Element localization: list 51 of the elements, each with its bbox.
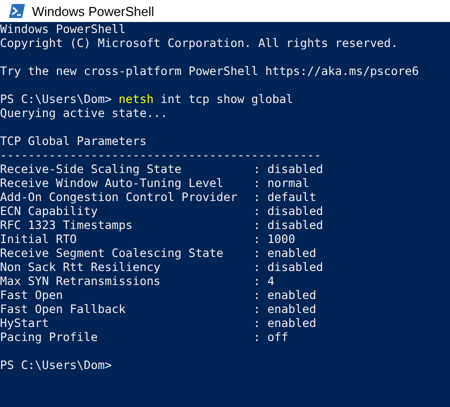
parameter-name: Fast Open: [0, 288, 64, 302]
console-line: ----------------------------------------------: [0, 148, 322, 162]
parameter-name: Non Sack Rtt Resiliency: [0, 260, 162, 274]
parameter-name: Receive Segment Coalescing State: [0, 246, 224, 260]
parameter-separator: :: [253, 274, 260, 288]
parameter-value: enabled: [267, 246, 316, 260]
parameter-name: Fast Open Fallback: [0, 302, 127, 316]
powershell-icon: [9, 4, 25, 18]
parameter-separator: :: [253, 190, 260, 204]
parameter-value: enabled: [267, 316, 316, 330]
parameter-value: 1000: [267, 232, 296, 246]
parameter-separator: :: [253, 218, 260, 232]
console-line: TCP Global Parameters: [0, 134, 147, 148]
parameter-separator: :: [253, 232, 260, 246]
parameter-name: HyStart: [0, 316, 50, 330]
parameter-value: enabled: [267, 288, 316, 302]
parameter-separator: :: [253, 176, 260, 190]
parameter-value: normal: [267, 176, 310, 190]
parameter-separator: :: [253, 162, 260, 176]
parameter-name: Initial RTO: [0, 232, 78, 246]
parameter-value: disabled: [267, 204, 324, 218]
parameter-separator: :: [253, 316, 260, 330]
parameter-value: disabled: [267, 162, 324, 176]
parameter-separator: :: [253, 260, 260, 274]
parameter-value: enabled: [267, 302, 316, 316]
parameter-name: Add-On Congestion Control Provider: [0, 190, 238, 204]
parameter-name: Receive-Side Scaling State: [0, 162, 182, 176]
console-line: Querying active state...: [0, 106, 168, 120]
parameter-value: 4: [267, 274, 274, 288]
command-arguments: int tcp show global: [160, 92, 294, 106]
parameter-separator: :: [253, 330, 260, 344]
parameter-separator: :: [253, 302, 260, 316]
parameter-separator: :: [253, 246, 260, 260]
console-line: Windows PowerShell: [0, 22, 126, 36]
console-line: Copyright (C) Microsoft Corporation. All rights reserved.: [0, 36, 398, 50]
parameter-name: Receive Window Auto-Tuning Level: [0, 176, 224, 190]
parameter-name: RFC 1323 Timestamps: [0, 218, 134, 232]
parameter-separator: :: [253, 288, 260, 302]
parameter-name: Max SYN Retransmissions: [0, 274, 162, 288]
prompt: PS C:\Users\Dom>: [0, 92, 112, 106]
parameter-value: disabled: [267, 260, 324, 274]
parameter-name: ECN Capability: [0, 204, 99, 218]
window-title: Windows PowerShell: [32, 4, 154, 18]
parameter-value: disabled: [267, 218, 324, 232]
console-line: Try the new cross-platform PowerShell https://aka.ms/pscore6: [0, 64, 419, 78]
prompt: PS C:\Users\Dom>: [0, 358, 112, 372]
parameter-value: off: [267, 330, 288, 344]
parameter-name: Pacing Profile: [0, 330, 99, 344]
parameter-separator: :: [253, 204, 260, 218]
parameter-value: default: [267, 190, 316, 204]
command-name: netsh: [118, 92, 154, 106]
